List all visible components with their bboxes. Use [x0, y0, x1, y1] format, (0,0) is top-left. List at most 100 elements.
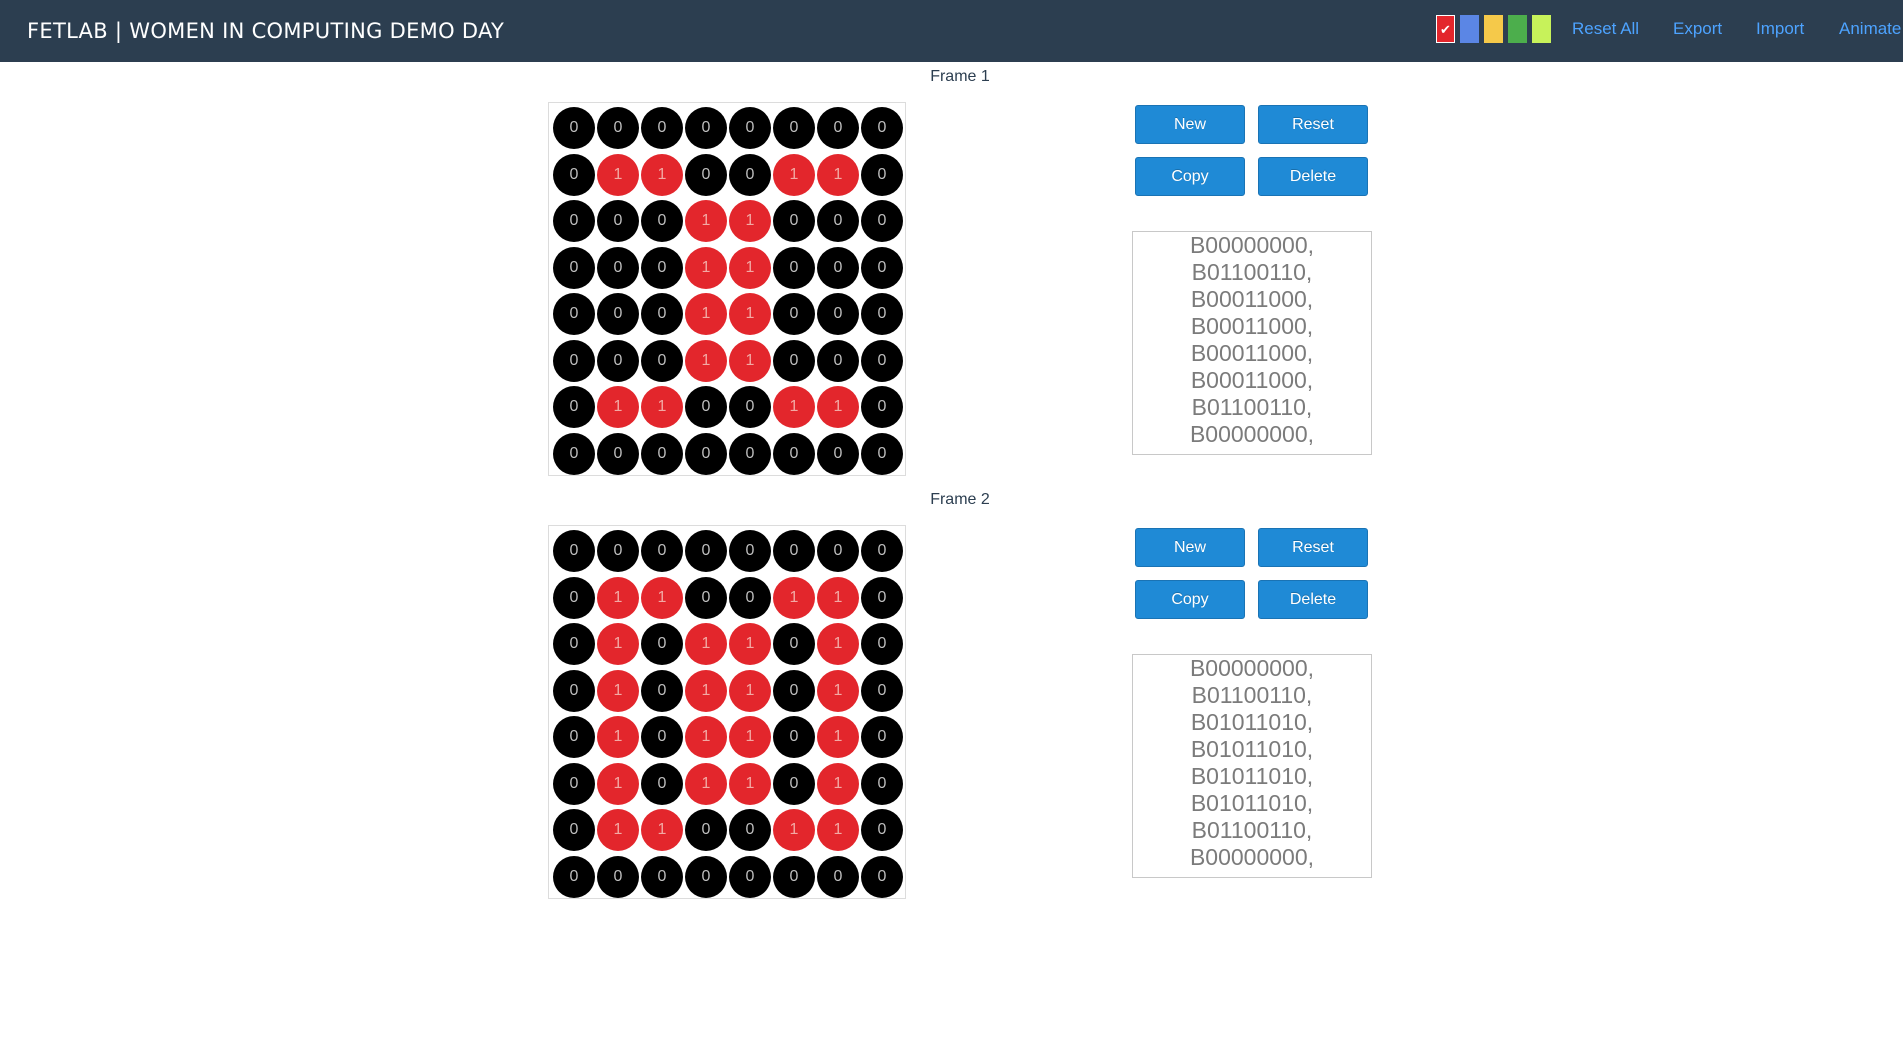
- led-cell[interactable]: 0: [685, 432, 727, 475]
- led-cell[interactable]: 1: [773, 809, 815, 851]
- led-cell[interactable]: 1: [597, 386, 639, 428]
- led-cell[interactable]: 1: [773, 576, 815, 619]
- led-cell[interactable]: 0: [773, 339, 815, 382]
- led-cell[interactable]: 0: [553, 153, 595, 196]
- led-cell[interactable]: 1: [597, 576, 639, 619]
- led-cell[interactable]: 0: [729, 809, 771, 851]
- led-cell[interactable]: 1: [685, 623, 727, 665]
- led-cell[interactable]: 1: [685, 762, 727, 805]
- frame-1-code-output[interactable]: B00000000, B01100110, B00011000, B000110…: [1132, 231, 1372, 455]
- led-cell[interactable]: 0: [861, 153, 903, 196]
- led-cell[interactable]: 0: [553, 530, 595, 572]
- led-cell[interactable]: 0: [685, 107, 727, 149]
- led-cell[interactable]: 1: [817, 576, 859, 619]
- frame-1-reset-button[interactable]: Reset: [1258, 105, 1368, 144]
- animate-link[interactable]: Animate: [1839, 0, 1901, 58]
- led-cell[interactable]: 0: [597, 293, 639, 335]
- color-swatch-lime[interactable]: [1532, 15, 1551, 43]
- led-cell[interactable]: 0: [553, 623, 595, 665]
- led-cell[interactable]: 0: [553, 855, 595, 898]
- led-cell[interactable]: 0: [685, 855, 727, 898]
- led-cell[interactable]: 0: [641, 293, 683, 335]
- led-cell[interactable]: 0: [861, 386, 903, 428]
- led-cell[interactable]: 1: [817, 623, 859, 665]
- led-cell[interactable]: 1: [685, 200, 727, 242]
- led-cell[interactable]: 1: [729, 669, 771, 712]
- led-cell[interactable]: 0: [597, 200, 639, 242]
- led-cell[interactable]: 0: [553, 576, 595, 619]
- led-cell[interactable]: 0: [641, 623, 683, 665]
- led-cell[interactable]: 0: [553, 293, 595, 335]
- led-cell[interactable]: 0: [773, 669, 815, 712]
- led-cell[interactable]: 1: [817, 153, 859, 196]
- led-cell[interactable]: 0: [861, 762, 903, 805]
- led-cell[interactable]: 0: [861, 855, 903, 898]
- led-cell[interactable]: 0: [861, 246, 903, 289]
- led-cell[interactable]: 0: [861, 623, 903, 665]
- led-cell[interactable]: 0: [861, 293, 903, 335]
- led-cell[interactable]: 0: [773, 246, 815, 289]
- led-cell[interactable]: 0: [817, 293, 859, 335]
- led-cell[interactable]: 1: [729, 339, 771, 382]
- led-cell[interactable]: 0: [729, 107, 771, 149]
- led-cell[interactable]: 1: [641, 576, 683, 619]
- led-cell[interactable]: 0: [773, 200, 815, 242]
- led-cell[interactable]: 1: [817, 386, 859, 428]
- led-cell[interactable]: 0: [729, 432, 771, 475]
- led-cell[interactable]: 0: [685, 576, 727, 619]
- led-cell[interactable]: 0: [817, 200, 859, 242]
- reset-all-link[interactable]: Reset All: [1572, 0, 1639, 58]
- led-cell[interactable]: 1: [729, 762, 771, 805]
- led-cell[interactable]: 0: [817, 432, 859, 475]
- led-cell[interactable]: 0: [553, 809, 595, 851]
- led-cell[interactable]: 0: [597, 855, 639, 898]
- led-cell[interactable]: 0: [817, 530, 859, 572]
- color-swatch-blue[interactable]: [1460, 15, 1479, 43]
- led-cell[interactable]: 0: [553, 762, 595, 805]
- led-cell[interactable]: 1: [729, 246, 771, 289]
- led-cell[interactable]: 0: [861, 716, 903, 758]
- led-cell[interactable]: 0: [773, 762, 815, 805]
- led-cell[interactable]: 1: [729, 716, 771, 758]
- led-cell[interactable]: 0: [861, 530, 903, 572]
- led-cell[interactable]: 0: [685, 530, 727, 572]
- led-cell[interactable]: 0: [641, 432, 683, 475]
- led-cell[interactable]: 1: [641, 809, 683, 851]
- led-cell[interactable]: 0: [553, 716, 595, 758]
- frame-1-copy-button[interactable]: Copy: [1135, 157, 1245, 196]
- led-cell[interactable]: 1: [817, 716, 859, 758]
- led-cell[interactable]: 0: [773, 107, 815, 149]
- led-cell[interactable]: 0: [641, 339, 683, 382]
- led-cell[interactable]: 0: [729, 530, 771, 572]
- frame-2-code-output[interactable]: B00000000, B01100110, B01011010, B010110…: [1132, 654, 1372, 878]
- led-cell[interactable]: 1: [729, 200, 771, 242]
- led-cell[interactable]: 1: [641, 386, 683, 428]
- led-cell[interactable]: 1: [817, 669, 859, 712]
- led-cell[interactable]: 0: [641, 669, 683, 712]
- export-link[interactable]: Export: [1673, 0, 1722, 58]
- led-cell[interactable]: 0: [773, 623, 815, 665]
- led-cell[interactable]: 1: [685, 669, 727, 712]
- led-cell[interactable]: 0: [597, 246, 639, 289]
- led-cell[interactable]: 1: [817, 809, 859, 851]
- led-cell[interactable]: 1: [685, 339, 727, 382]
- led-cell[interactable]: 0: [597, 339, 639, 382]
- led-cell[interactable]: 0: [553, 107, 595, 149]
- led-cell[interactable]: 0: [553, 386, 595, 428]
- led-cell[interactable]: 0: [773, 855, 815, 898]
- led-cell[interactable]: 0: [861, 107, 903, 149]
- color-swatch-yellow[interactable]: [1484, 15, 1503, 43]
- frame-2-new-button[interactable]: New: [1135, 528, 1245, 567]
- led-cell[interactable]: 1: [817, 762, 859, 805]
- led-cell[interactable]: 1: [685, 293, 727, 335]
- import-link[interactable]: Import: [1756, 0, 1804, 58]
- frame-1-delete-button[interactable]: Delete: [1258, 157, 1368, 196]
- led-cell[interactable]: 0: [861, 576, 903, 619]
- led-cell[interactable]: 0: [641, 716, 683, 758]
- led-cell[interactable]: 0: [861, 432, 903, 475]
- led-cell[interactable]: 1: [597, 809, 639, 851]
- led-cell[interactable]: 0: [641, 200, 683, 242]
- led-cell[interactable]: 0: [861, 669, 903, 712]
- led-cell[interactable]: 0: [861, 200, 903, 242]
- led-cell[interactable]: 0: [553, 200, 595, 242]
